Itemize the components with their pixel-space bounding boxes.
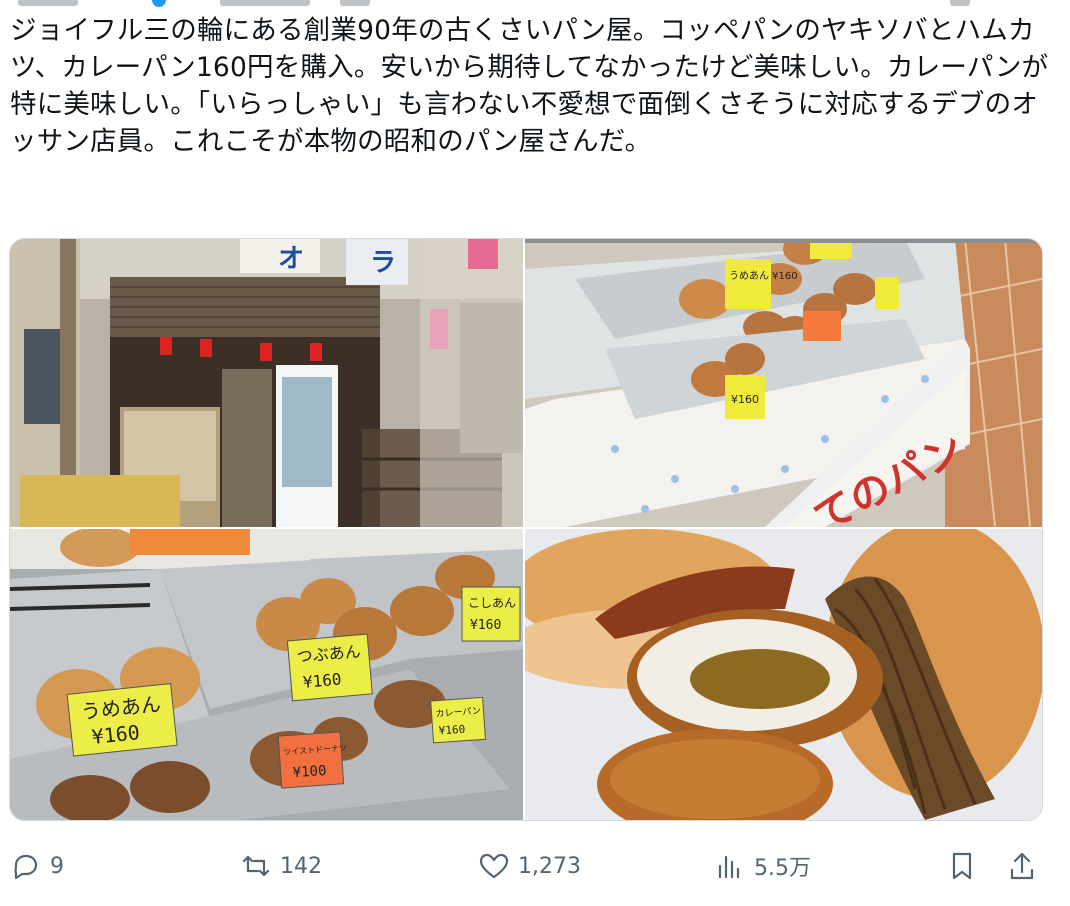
bookmark-button[interactable] (946, 838, 978, 894)
like-button[interactable]: 1,273 (478, 838, 581, 894)
retweet-icon (242, 855, 270, 877)
action-bar: 9 142 1,273 5.5万 (0, 838, 1070, 894)
sign-left: オ (278, 244, 304, 274)
like-count: 1,273 (518, 853, 581, 879)
photo-display-case[interactable]: うめあん ¥160 ¥160 てのパン (525, 239, 1042, 527)
sign-right: ラ (370, 248, 396, 278)
tag-tsubuan-price: ¥160 (302, 670, 342, 692)
verified-badge-icon (152, 0, 166, 7)
price-tag-umean-case: うめあん ¥160 (729, 270, 798, 282)
photo-bread-closeup[interactable] (525, 529, 1042, 820)
reply-button[interactable]: 9 (10, 838, 64, 894)
tag-donut-price: ¥100 (292, 763, 327, 781)
tag-curry-price: ¥160 (438, 723, 465, 738)
reply-count: 9 (50, 853, 64, 879)
views-count: 5.5万 (754, 856, 811, 881)
previous-header-fragment (0, 0, 1070, 8)
tag-koshian-label: こしあん (468, 596, 516, 610)
price-tag-case-2: ¥160 (731, 393, 759, 406)
photo-storefront[interactable]: オ ラ (10, 239, 523, 527)
views-chart-icon (718, 855, 740, 879)
tag-umean-price: ¥160 (90, 720, 140, 749)
retweet-count: 142 (280, 853, 322, 879)
share-button[interactable] (1006, 838, 1038, 894)
tag-koshian-price: ¥160 (470, 618, 501, 633)
photo-bread-trays[interactable]: うめあん ¥160 つぶあん ¥160 こしあん ¥160 カレーパン ¥160… (10, 529, 523, 820)
bookmark-icon (952, 852, 972, 880)
retweet-button[interactable]: 142 (240, 838, 322, 894)
media-grid: オ ラ うめあん ¥160 ¥160 てのパン うめあん ¥160 つぶあん ¥… (9, 238, 1043, 821)
views-button[interactable]: 5.5万 (714, 838, 811, 894)
reply-icon (14, 854, 38, 880)
heart-icon (479, 853, 509, 879)
tweet-text: ジョイフル三の輪にある創業90年の古くさいパン屋。コッペパンのヤキソバとハムカツ… (10, 15, 1049, 157)
share-icon (1010, 852, 1034, 880)
